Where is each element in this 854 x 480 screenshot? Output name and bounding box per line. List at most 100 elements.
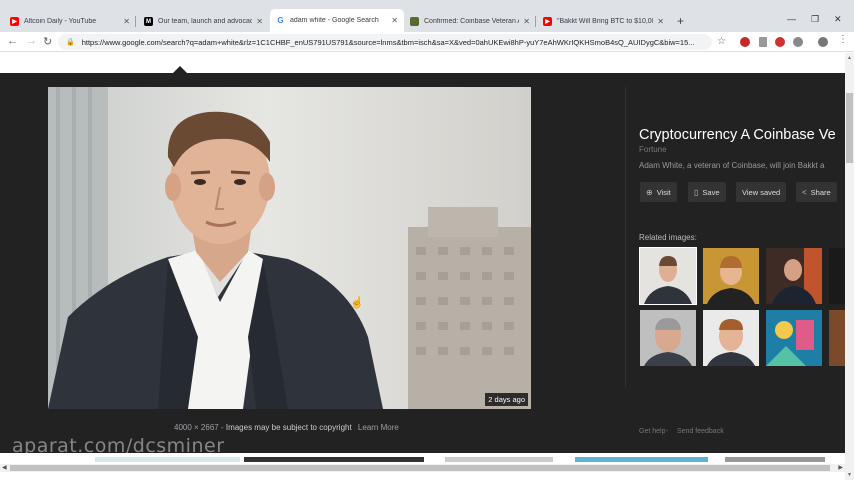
related-image-thumbnail[interactable] [829,248,845,304]
close-tab-icon[interactable]: ✕ [523,17,530,26]
image-viewer-panel: 2 days ago 4000 × 2667 - Images may be s… [0,73,845,457]
scroll-left-icon[interactable]: ◀ [2,464,7,471]
minimize-icon[interactable]: — [787,14,796,24]
selected-result-caret [173,66,187,73]
url-text[interactable]: https://www.google.com/search?q=adam+whi… [82,38,695,47]
youtube-icon: ▶ [10,17,19,26]
block-extension-icon[interactable] [793,37,803,47]
thumbnail-picture [640,248,696,304]
tab-title: Our team, launch and advocacy [158,18,253,25]
tab-youtube-altcoin[interactable]: ▶ Altcoin Daily - YouTube ✕ [4,11,136,32]
scroll-down-icon[interactable]: ▼ [847,472,852,478]
close-tab-icon[interactable]: ✕ [256,17,263,26]
send-feedback-link[interactable]: Send feedback [677,428,724,435]
result-thumbnail-edge[interactable] [445,457,553,462]
tab-title: Altcoin Daily - YouTube [24,18,97,25]
get-help-link[interactable]: Get help [639,428,665,435]
horizontal-scrollbar[interactable]: ◀ ▶ [0,464,845,472]
thumbnail-picture [766,248,822,304]
thumbnail-picture [703,248,759,304]
browser-toolbar: ← → ↻ 🔒 https://www.google.com/search?q=… [0,32,854,52]
tab-google-search[interactable]: G adam white - Google Search ✕ [270,9,404,32]
related-image-thumbnail[interactable] [640,310,696,366]
image-dimensions: 4000 × 2667 [174,423,219,432]
tab-title: "Bakkt Will Bring BTC to $10,000" [557,18,654,25]
tab-coinbase-veteran[interactable]: Confirmed: Coinbase Veteran Ad ✕ [404,11,536,32]
related-images-heading: Related images: [639,233,697,242]
related-image-thumbnail[interactable] [639,247,697,305]
pinterest-extension-icon[interactable] [775,37,785,47]
related-image-thumbnail[interactable] [766,310,822,366]
thumbnail-picture [640,310,696,366]
copyright-notice: Images may be subject to copyright [225,423,352,432]
maximize-icon[interactable]: ❐ [811,14,819,25]
view-saved-label: View saved [742,187,781,197]
forward-icon[interactable]: → [26,35,37,47]
vertical-scrollbar[interactable]: ▲ ▼ [845,53,854,480]
share-label: Share [810,187,831,197]
visit-button[interactable]: ⊕ Visit [640,182,677,202]
tab-title: adam white - Google Search [290,17,379,24]
image-meta: 4000 × 2667 - Images may be subject to c… [174,423,399,432]
close-tab-icon[interactable]: ✕ [657,17,664,26]
close-tab-icon[interactable]: ✕ [123,17,130,26]
globe-icon: ⊕ [646,187,653,197]
results-area-top [0,53,845,73]
horizontal-scroll-thumb[interactable] [10,465,830,471]
learn-more-link[interactable]: Learn More [358,423,399,432]
lock-icon: 🔒 [66,39,75,46]
reload-icon[interactable]: ↻ [43,35,52,48]
save-button[interactable]: ▯ Save [688,182,726,202]
visit-label: Visit [656,187,671,197]
result-thumbnail-edge[interactable] [244,457,424,462]
related-image-thumbnail[interactable] [766,248,822,304]
result-description: Adam White, a veteran of Coinbase, will … [639,161,825,170]
related-image-thumbnail[interactable] [703,310,759,366]
scroll-up-icon[interactable]: ▲ [847,55,852,61]
related-image-thumbnail[interactable] [829,310,845,366]
panel-divider [625,87,626,387]
page-content: 2 days ago 4000 × 2667 - Images may be s… [0,53,845,480]
browser-window: ▶ Altcoin Daily - YouTube ✕ M Our team, … [0,0,854,480]
hand-cursor-icon: ☝ [350,297,364,309]
thumbnail-picture [766,310,822,366]
extension-icon[interactable] [740,37,750,47]
result-source[interactable]: Fortune [639,145,667,154]
scroll-right-icon[interactable]: ▶ [838,464,843,471]
youtube-icon: ▶ [543,17,552,26]
vertical-scroll-thumb[interactable] [846,93,853,163]
result-title[interactable]: Cryptocurrency A Coinbase Ve [639,127,845,143]
close-window-icon[interactable]: ✕ [834,14,842,25]
tab-divider [135,16,136,27]
share-button[interactable]: < Share [796,182,837,202]
thumbnail-picture [703,310,759,366]
tab-divider [535,16,536,27]
portrait-photo [48,87,531,409]
result-thumbnail-edge[interactable] [575,457,708,462]
back-icon[interactable]: ← [7,35,18,47]
close-tab-icon[interactable]: ✕ [391,16,398,25]
tab-bakkt-video[interactable]: ▶ "Bakkt Will Bring BTC to $10,000" ✕ [537,11,670,32]
address-bar[interactable]: 🔒 https://www.google.com/search?q=adam+w… [58,34,712,50]
bookmark-star-icon[interactable]: ☆ [717,36,726,47]
tab-title: Confirmed: Coinbase Veteran Ad [424,18,520,25]
share-icon: < [802,187,807,197]
result-thumbnail-edge[interactable] [725,457,825,462]
medium-icon: M [144,17,153,26]
preview-image[interactable]: 2 days ago [48,87,531,409]
tab-team-launch[interactable]: M Our team, launch and advocacy ✕ [138,11,269,32]
bookmark-icon: ▯ [694,187,699,197]
pen-extension-icon[interactable] [759,37,767,47]
help-separator: - [666,428,669,435]
age-badge: 2 days ago [485,393,528,406]
tab-strip: ▶ Altcoin Daily - YouTube ✕ M Our team, … [0,0,854,32]
related-image-thumbnail[interactable] [703,248,759,304]
profile-avatar[interactable] [818,37,828,47]
save-label: Save [702,187,720,197]
view-saved-button[interactable]: View saved [736,182,787,202]
news-icon [410,17,419,26]
menu-icon[interactable]: ⋮ [838,34,848,45]
result-thumbnail-edge[interactable] [95,457,240,462]
new-tab-icon[interactable]: + [677,14,684,28]
google-icon: G [276,16,285,25]
